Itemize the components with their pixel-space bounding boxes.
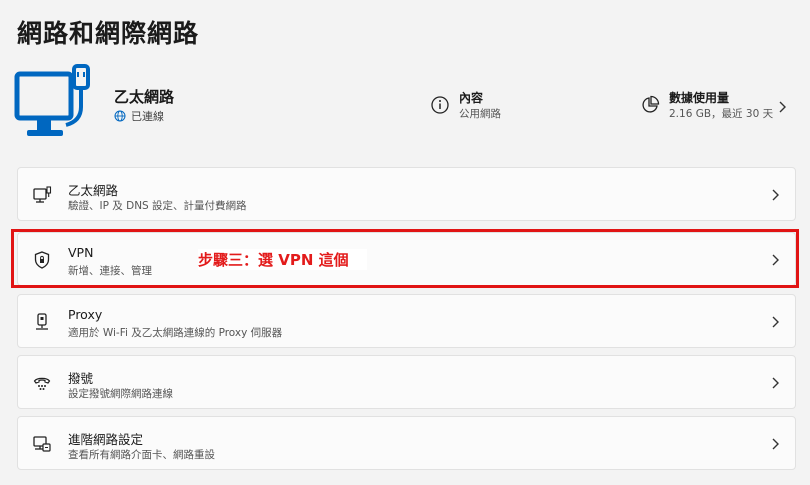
shield-icon [34,251,50,269]
settings-item-vpn[interactable]: VPN 新增、連接、管理 [17,232,796,286]
globe-icon [114,110,126,122]
advanced-network-icon [33,436,51,452]
settings-item-proxy[interactable]: Proxy 適用於 Wi-Fi 及乙太網路連線的 Proxy 伺服器 [17,294,796,348]
pie-chart-icon [642,95,660,113]
settings-item-dialup[interactable]: 撥號 設定撥號網際網路連線 [17,355,796,409]
annotation-label: 步驟三：選 VPN 這個 [198,249,367,270]
chevron-right-icon[interactable] [777,100,787,114]
settings-item-title: VPN [68,245,94,260]
properties-title: 內容 [459,91,484,105]
data-usage-button[interactable]: 數據使用量 2.16 GB，最近 30 天 [640,90,773,122]
dialup-icon [33,377,51,390]
settings-item-title: 撥號 [68,371,94,386]
settings-item-subtitle: 設定撥號網際網路連線 [68,388,173,400]
chevron-right-icon [772,377,779,389]
settings-item-subtitle: 適用於 Wi-Fi 及乙太網路連線的 Proxy 伺服器 [68,327,283,339]
data-usage-subtitle: 2.16 GB，最近 30 天 [669,108,774,120]
desktop-network-icon [14,64,90,136]
connection-status-label: 已連線 [131,110,164,123]
info-icon [431,96,449,114]
chevron-right-icon [772,189,779,201]
properties-subtitle: 公用網路 [459,108,501,120]
connection-status: 已連線 [114,108,164,124]
settings-item-ethernet[interactable]: 乙太網路 驗證、IP 及 DNS 設定、計量付費網路 [17,167,796,221]
chevron-right-icon [772,254,779,266]
settings-item-title: Proxy [68,307,103,322]
page-title: 網路和網際網路 [17,19,200,48]
settings-item-subtitle: 驗證、IP 及 DNS 設定、計量付費網路 [68,200,247,212]
chevron-right-icon [772,316,779,328]
settings-item-title: 乙太網路 [68,183,119,198]
settings-item-subtitle: 新增、連接、管理 [68,265,152,277]
chevron-right-icon [772,438,779,450]
settings-item-subtitle: 查看所有網路介面卡、網路重設 [68,449,215,461]
properties-button[interactable]: 內容 公用網路 [430,90,501,122]
connection-name: 乙太網路 [114,88,175,106]
settings-item-advanced-network[interactable]: 進階網路設定 查看所有網路介面卡、網路重設 [17,416,796,470]
data-usage-title: 數據使用量 [669,91,730,105]
settings-item-title: 進階網路設定 [68,432,144,447]
ethernet-icon [33,186,52,203]
proxy-icon [36,313,48,330]
